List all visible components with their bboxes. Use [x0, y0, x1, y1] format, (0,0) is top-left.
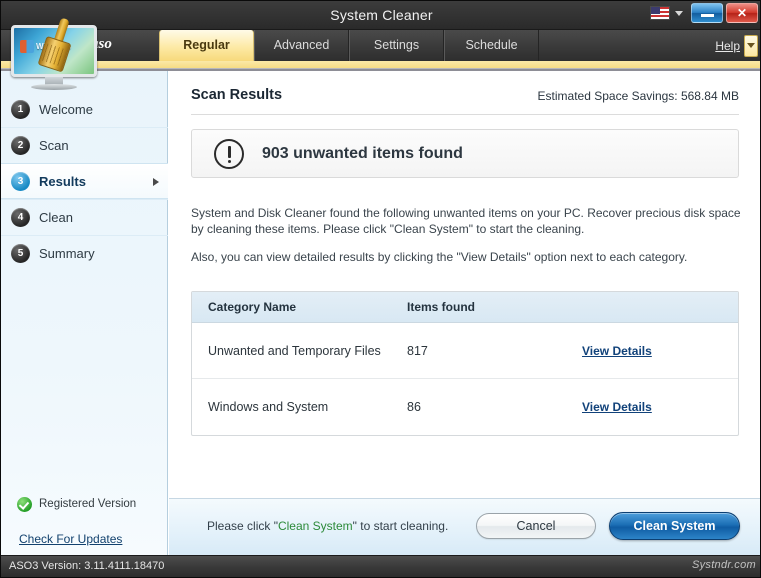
results-table: Category Name Items found Unwanted and T…	[191, 291, 739, 436]
cell-action: View Details	[582, 344, 722, 358]
app-logo: Windows	[3, 23, 113, 89]
step-number-badge: 4	[11, 208, 30, 227]
registered-status: Registered Version	[1, 492, 168, 516]
step-number-badge: 2	[11, 136, 30, 155]
sidebar-item-label: Scan	[39, 138, 69, 153]
application-window: System Cleaner aso Regular Advanced Sett…	[0, 0, 761, 578]
chevron-down-icon	[747, 43, 755, 48]
step-number-badge: 1	[11, 100, 30, 119]
step-number-badge: 3	[11, 172, 30, 191]
header-category-name: Category Name	[192, 300, 407, 314]
watermark-text: Systndr.com	[692, 559, 756, 571]
exclamation-circle-icon	[214, 139, 244, 169]
registered-label: Registered Version	[39, 498, 136, 510]
cell-category: Windows and System	[192, 400, 407, 414]
header-items-found: Items found	[407, 300, 582, 314]
yellow-accent-strip	[1, 61, 761, 69]
sidebar-item-clean[interactable]: 4 Clean	[1, 199, 168, 235]
step-number-badge: 5	[11, 244, 30, 263]
table-row: Unwanted and Temporary Files 817 View De…	[192, 323, 738, 379]
footer-message-highlight: Clean System	[278, 519, 353, 533]
view-details-link[interactable]: View Details	[582, 400, 652, 414]
page-title: Scan Results	[191, 87, 282, 103]
sidebar-item-summary[interactable]: 5 Summary	[1, 235, 168, 271]
help-link[interactable]: Help	[715, 39, 740, 53]
window-title: System Cleaner	[1, 1, 761, 30]
sidebar-item-label: Results	[39, 174, 86, 189]
tab-regular[interactable]: Regular	[159, 30, 254, 61]
cell-count: 817	[407, 344, 582, 358]
cell-count: 86	[407, 400, 582, 414]
sidebar-nav-list: 1 Welcome 2 Scan 3 Results 4 Clean 5 Sum…	[1, 91, 168, 271]
version-text: ASO3 Version: 3.11.4111.18470	[9, 560, 164, 572]
unwanted-items-count: 903 unwanted items found	[262, 145, 463, 163]
sidebar-item-label: Clean	[39, 210, 73, 225]
tab-bar: aso Regular Advanced Settings Schedule H…	[1, 30, 761, 61]
tab-settings[interactable]: Settings	[349, 30, 444, 61]
action-footer: Please click "Clean System" to start cle…	[169, 498, 761, 556]
sidebar-item-results[interactable]: 3 Results	[1, 163, 168, 199]
sidebar-item-label: Summary	[39, 246, 95, 261]
estimated-savings-label: Estimated Space Savings: 568.84 MB	[538, 89, 739, 103]
check-circle-icon	[17, 497, 32, 512]
help-dropdown-button[interactable]	[744, 35, 758, 57]
sidebar-item-scan[interactable]: 2 Scan	[1, 127, 168, 163]
sidebar: 1 Welcome 2 Scan 3 Results 4 Clean 5 Sum…	[1, 71, 168, 556]
window-controls	[650, 3, 758, 23]
clean-system-button[interactable]: Clean System	[609, 512, 740, 540]
description-paragraph-2: Also, you can view detailed results by c…	[191, 249, 741, 265]
footer-message-pre: Please click "	[207, 519, 278, 533]
table-row: Windows and System 86 View Details	[192, 379, 738, 435]
language-chevron-down-icon[interactable]	[675, 11, 683, 16]
tab-list: Regular Advanced Settings Schedule	[159, 30, 539, 61]
main-content: Scan Results Estimated Space Savings: 56…	[169, 71, 761, 498]
sidebar-footer: Registered Version Check For Updates	[1, 492, 168, 546]
header-divider	[191, 114, 739, 115]
footer-message-post: " to start cleaning.	[353, 519, 449, 533]
help-area: Help	[715, 30, 758, 61]
footer-message: Please click "Clean System" to start cle…	[207, 519, 448, 533]
description-paragraph-1: System and Disk Cleaner found the follow…	[191, 205, 741, 237]
check-for-updates-link[interactable]: Check For Updates	[1, 532, 168, 546]
us-flag-icon[interactable]	[650, 6, 670, 20]
monitor-base	[31, 84, 77, 90]
table-header-row: Category Name Items found	[192, 292, 738, 323]
cell-category: Unwanted and Temporary Files	[192, 344, 407, 358]
minimize-button[interactable]	[691, 3, 723, 23]
tab-schedule[interactable]: Schedule	[444, 30, 539, 61]
sidebar-item-welcome[interactable]: 1 Welcome	[1, 91, 168, 127]
view-details-link[interactable]: View Details	[582, 344, 652, 358]
results-summary-banner: 903 unwanted items found	[191, 129, 739, 178]
title-bar: System Cleaner	[1, 1, 761, 30]
sidebar-item-label: Welcome	[39, 102, 93, 117]
cancel-button[interactable]: Cancel	[476, 513, 596, 539]
chevron-right-icon	[153, 178, 159, 186]
close-button[interactable]	[726, 3, 758, 23]
cell-action: View Details	[582, 400, 722, 414]
status-bar: ASO3 Version: 3.11.4111.18470 Systndr.co…	[1, 555, 761, 577]
tab-advanced[interactable]: Advanced	[254, 30, 349, 61]
content-header: Scan Results Estimated Space Savings: 56…	[169, 71, 761, 113]
flag-canton	[651, 7, 660, 14]
